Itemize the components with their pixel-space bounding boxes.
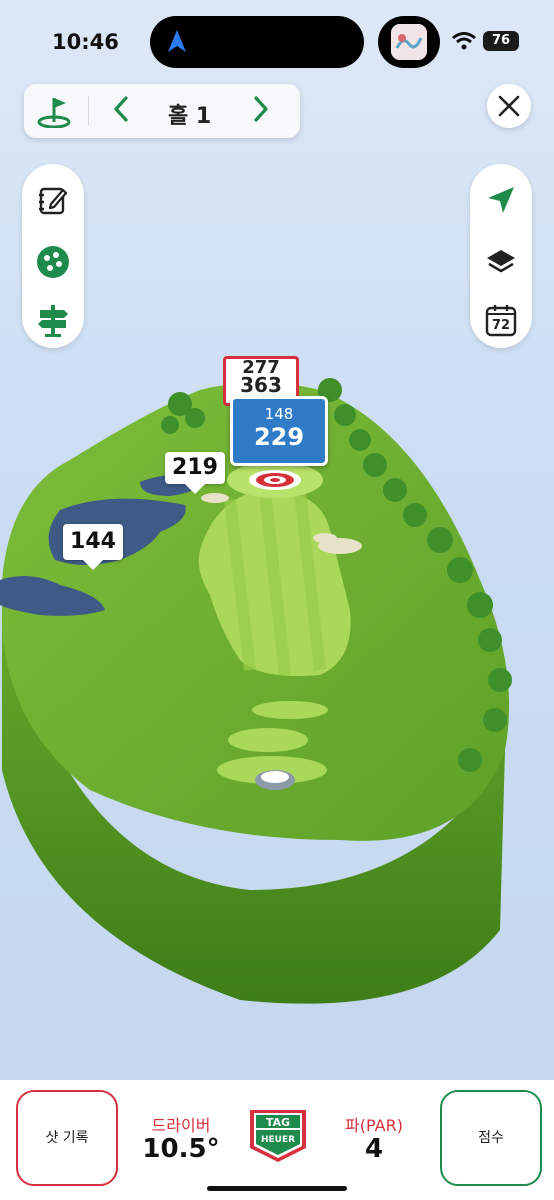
hole-label: 홀 1 [168,104,212,129]
calendar-button[interactable]: 72 [481,300,521,340]
chevron-right-icon[interactable] [252,94,270,131]
battery-indicator: 76 [483,31,519,51]
target-distance-remaining: 148 [264,405,294,423]
course-map[interactable] [0,370,554,1010]
left-toolbar [22,164,84,348]
par-value: 4 [364,1134,384,1164]
shot-record-button[interactable]: 샷 기록 [16,1090,118,1186]
navigation-arrow-icon [168,30,186,56]
golf-ball-icon [37,246,69,278]
pin-distance-back: 277 [242,359,280,373]
driver-value: 10.5° [142,1134,220,1164]
svg-text:HEUER: HEUER [261,1135,295,1145]
hazard-distance-marker[interactable]: 144 [63,524,123,570]
locate-button[interactable] [481,180,521,220]
driver-label: 드라이버 [151,1116,211,1135]
score-button[interactable]: 점수 [440,1090,542,1186]
pin-distance-value: 363 [240,373,282,397]
hazard-distance-marker[interactable]: 219 [165,452,225,494]
close-icon [498,95,520,117]
target-distance-value: 229 [253,423,305,451]
svg-text:TAG: TAG [266,1116,290,1129]
layers-button[interactable] [481,242,521,282]
calendar-number: 72 [491,317,511,333]
tag-heuer-logo: TAG HEUER [246,1108,310,1168]
layers-icon [487,250,515,273]
wifi-icon [452,32,476,54]
signpost-icon [38,305,68,337]
chevron-left-icon[interactable] [112,94,130,131]
hole-divider [88,96,89,126]
location-arrow-icon [488,187,514,213]
scorecard-edit-button[interactable] [33,180,73,220]
home-indicator[interactable] [207,1186,347,1191]
golf-ball-button[interactable] [33,242,73,282]
golf-flag-icon[interactable] [36,94,72,132]
app-thumbnail-icon [391,24,427,60]
signpost-button[interactable] [33,300,73,340]
close-button[interactable] [487,84,531,128]
notebook-edit-icon [39,187,68,215]
status-time: 10:46 [52,30,119,54]
par-label: 파(PAR) [345,1116,403,1135]
right-toolbar: 72 [470,164,532,348]
target-distance-marker[interactable]: 148 229 [230,396,328,466]
